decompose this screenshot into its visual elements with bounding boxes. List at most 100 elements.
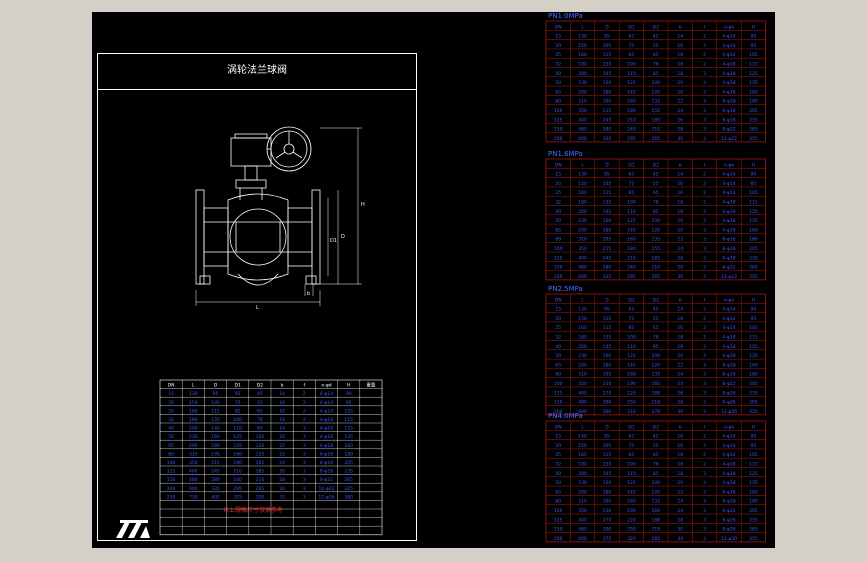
pressure-table-cell: 50 xyxy=(555,480,561,486)
pressure-table-cell: 135 xyxy=(652,99,661,105)
pressure-table-cell: 14 xyxy=(677,34,683,40)
main-table-cell: 105 xyxy=(344,408,353,414)
pressure-table-cell: 105 xyxy=(749,190,758,196)
pressure-table-cell: 125 xyxy=(749,344,758,350)
pressure-table-cell: 4-φ14 xyxy=(722,452,735,458)
pressure-table-cell: 125 xyxy=(627,218,636,224)
pressure-table-cell: 110 xyxy=(627,471,636,477)
main-table-cell: 290 xyxy=(189,443,198,449)
pressure-table-header-cell: DN xyxy=(555,297,562,303)
pressure-table-cell: 350 xyxy=(578,508,587,514)
pressure-table-cell: 12-φ22 xyxy=(721,274,737,280)
pressure-table-cell: 115 xyxy=(603,325,612,331)
pressure-table-cell: 32 xyxy=(555,462,561,468)
main-table-cell: 8-φ18 xyxy=(320,451,333,457)
pressure-table-cell: 105 xyxy=(603,443,612,449)
pressure-table-cell: 100 xyxy=(652,80,661,86)
pressure-table-cell: 265 xyxy=(749,400,758,406)
main-table-cell: 200 xyxy=(167,486,176,492)
main-table-cell: 8-φ22 xyxy=(320,477,333,483)
pressure-table-cell: 235 xyxy=(749,517,758,523)
drawing-title: 涡轮法兰球阀 xyxy=(98,54,416,90)
main-table-cell: 210 xyxy=(256,477,265,483)
pressure-table-cell: 125 xyxy=(749,471,758,477)
main-table-cell: 3 xyxy=(303,477,306,483)
main-table-header-cell: H xyxy=(347,383,350,389)
pressure-table-header-cell: f xyxy=(704,424,706,430)
pressure-table-cell: 100 xyxy=(554,381,563,387)
pressure-table-cell: 215 xyxy=(603,246,612,252)
pressure-table-cell: 78 xyxy=(653,200,659,206)
main-table-header-cell: D xyxy=(214,383,218,389)
pressure-table-cell: 3 xyxy=(703,255,706,261)
pressure-table-cell: 4-φ14 xyxy=(722,181,735,187)
pressure-table-cell: 230 xyxy=(603,508,612,514)
main-table-cell: 32 xyxy=(168,417,174,423)
pressure-table-cell: 8-φ18 xyxy=(722,108,735,114)
pressure-table-cell: 270 xyxy=(603,390,612,396)
pressure-table-title: PN2.5MPa xyxy=(548,285,583,293)
pressure-table-cell: 120 xyxy=(652,227,661,233)
pressure-table-cell: 210 xyxy=(652,265,661,271)
pressure-table-cell: 200 xyxy=(578,71,587,77)
pressure-table-cell: 110 xyxy=(627,71,636,77)
main-table-cell: 320 xyxy=(256,494,265,500)
main-table-cell: 3 xyxy=(303,443,306,449)
pressure-table-header-cell: H xyxy=(752,162,755,168)
pressure-table-cell: 3 xyxy=(703,489,706,495)
pressure-table-cell: 265 xyxy=(652,274,661,280)
pressure-table-cell: 100 xyxy=(627,335,636,341)
pressure-table-cell: 16 xyxy=(677,316,683,322)
pressure-table-cell: 180 xyxy=(749,372,758,378)
pressure-table-cell: 3 xyxy=(703,99,706,105)
pressure-table-cell: 15 xyxy=(555,34,561,40)
main-table-cell: 115 xyxy=(211,408,220,414)
pressure-table-header-cell: D1 xyxy=(628,297,634,303)
main-table-cell: 4-φ14 xyxy=(320,408,333,414)
pressure-table-cell: 188 xyxy=(652,517,661,523)
pressure-table-cell: 80 xyxy=(555,237,561,243)
main-table-cell: 205 xyxy=(344,460,353,466)
pressure-table-cell: 400 xyxy=(578,117,587,123)
pressure-table-cell: 24 xyxy=(677,381,683,387)
pressure-table-cell: 90 xyxy=(751,307,757,313)
pressure-table-cell: 4-φ18 xyxy=(722,80,735,86)
pressure-table-cell: 100 xyxy=(652,480,661,486)
pressure-table-cell: 8-φ26 xyxy=(722,517,735,523)
pressure-table-cell: 18 xyxy=(677,71,683,77)
pressure-table-cell: 135 xyxy=(749,218,758,224)
pressure-table-cell: 130 xyxy=(578,307,587,313)
main-table-cell: 14 xyxy=(279,391,285,397)
pressure-table-cell: 45 xyxy=(653,307,659,313)
pressure-table-cell: 250 xyxy=(627,527,636,533)
pressure-table-cell: 265 xyxy=(749,127,758,133)
main-table-header-cell: D1 xyxy=(235,383,241,389)
main-table-cell: 4-φ18 xyxy=(320,417,333,423)
pressure-table-cell: 200 xyxy=(554,274,563,280)
pressure-table-cell: 160 xyxy=(627,372,636,378)
pressure-table-cell: 55 xyxy=(653,43,659,49)
pressure-table-cell: 230 xyxy=(603,381,612,387)
pressure-table-cell: 235 xyxy=(749,117,758,123)
pressure-table-cell: 185 xyxy=(652,117,661,123)
pressure-table-cell: 325 xyxy=(749,409,758,415)
pressure-table-header-cell: D2 xyxy=(653,424,659,430)
pressure-table-cell: 55 xyxy=(653,181,659,187)
pressure-table-cell: 3 xyxy=(703,80,706,86)
pressure-table-cell: 155 xyxy=(652,246,661,252)
pressure-table-cell: 180 xyxy=(603,89,612,95)
pressure-table-cell: 2 xyxy=(703,62,706,68)
pressure-table-cell: 16 xyxy=(677,434,683,440)
main-table-cell: 185 xyxy=(256,469,265,475)
main-table-cell: 100 xyxy=(256,434,265,440)
pressure-table-cell: 230 xyxy=(578,353,587,359)
main-table-cell: 600 xyxy=(189,486,198,492)
pressure-table-cell: 200 xyxy=(578,209,587,215)
pressure-table-cell: 78 xyxy=(653,462,659,468)
main-table-cell: 295 xyxy=(233,486,242,492)
main-table-cell: 20 xyxy=(168,400,174,406)
main-table-header-cell: DN xyxy=(168,383,175,389)
pressure-table-cell: 180 xyxy=(627,246,636,252)
pressure-table-cell: 160 xyxy=(627,499,636,505)
pressure-table-cell: 200 xyxy=(578,471,587,477)
